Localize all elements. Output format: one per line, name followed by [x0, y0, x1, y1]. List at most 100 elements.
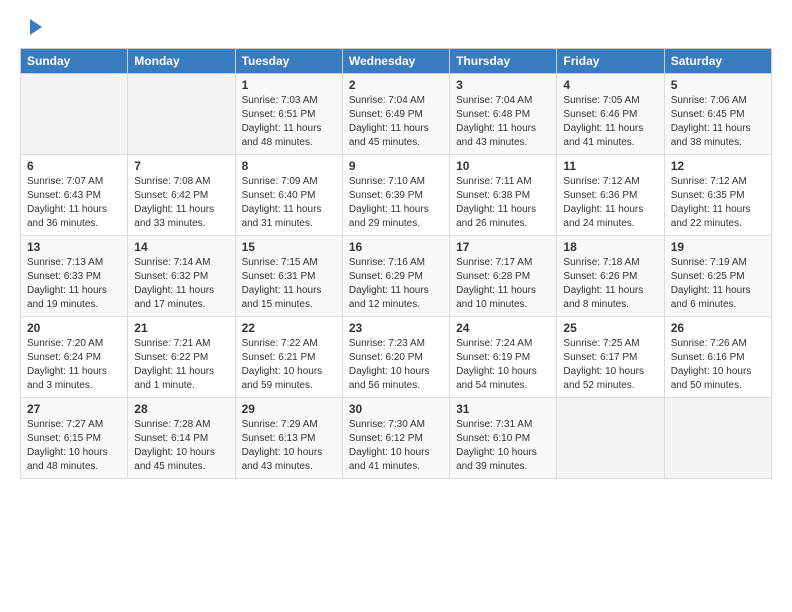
day-info: Sunrise: 7:31 AMSunset: 6:10 PMDaylight:… [456, 418, 550, 474]
day-info: Sunrise: 7:03 AMSunset: 6:51 PMDaylight:… [242, 94, 336, 150]
day-info: Sunrise: 7:24 AMSunset: 6:19 PMDaylight:… [456, 337, 550, 393]
day-number: 24 [456, 321, 550, 335]
day-number: 31 [456, 402, 550, 416]
day-header-saturday: Saturday [664, 49, 771, 74]
calendar-cell: 9 Sunrise: 7:10 AMSunset: 6:39 PMDaylight… [342, 155, 449, 236]
day-number: 17 [456, 240, 550, 254]
logo [20, 16, 44, 38]
day-number: 26 [671, 321, 765, 335]
calendar-cell: 29 Sunrise: 7:29 AMSunset: 6:13 PMDayligh… [235, 398, 342, 479]
day-number: 22 [242, 321, 336, 335]
day-info: Sunrise: 7:20 AMSunset: 6:24 PMDaylight:… [27, 337, 121, 393]
day-number: 13 [27, 240, 121, 254]
calendar-cell: 1Sunrise: 7:03 AMSunset: 6:51 PMDaylight… [235, 74, 342, 155]
day-info: Sunrise: 7:05 AMSunset: 6:46 PMDaylight:… [563, 94, 657, 150]
day-info: Sunrise: 7:15 AMSunset: 6:31 PMDaylight:… [242, 256, 336, 312]
day-info: Sunrise: 7:23 AMSunset: 6:20 PMDaylight:… [349, 337, 443, 393]
calendar-cell [21, 74, 128, 155]
day-info: Sunrise: 7:19 AMSunset: 6:25 PMDaylight:… [671, 256, 765, 312]
week-row-3: 13 Sunrise: 7:13 AMSunset: 6:33 PMDayligh… [21, 236, 772, 317]
day-info: Sunrise: 7:22 AMSunset: 6:21 PMDaylight:… [242, 337, 336, 393]
day-number: 27 [27, 402, 121, 416]
day-number: 12 [671, 159, 765, 173]
day-info: Sunrise: 7:21 AMSunset: 6:22 PMDaylight:… [134, 337, 228, 393]
day-number: 9 [349, 159, 443, 173]
day-info: Sunrise: 7:07 AMSunset: 6:43 PMDaylight:… [27, 175, 121, 231]
day-header-sunday: Sunday [21, 49, 128, 74]
week-row-1: 1Sunrise: 7:03 AMSunset: 6:51 PMDaylight… [21, 74, 772, 155]
day-number: 15 [242, 240, 336, 254]
day-header-friday: Friday [557, 49, 664, 74]
calendar-cell: 3Sunrise: 7:04 AMSunset: 6:48 PMDaylight… [450, 74, 557, 155]
day-number: 11 [563, 159, 657, 173]
calendar-cell [557, 398, 664, 479]
day-number: 16 [349, 240, 443, 254]
day-info: Sunrise: 7:04 AMSunset: 6:48 PMDaylight:… [456, 94, 550, 150]
calendar-cell: 22 Sunrise: 7:22 AMSunset: 6:21 PMDayligh… [235, 317, 342, 398]
calendar-cell [664, 398, 771, 479]
day-info: Sunrise: 7:06 AMSunset: 6:45 PMDaylight:… [671, 94, 765, 150]
day-info: Sunrise: 7:13 AMSunset: 6:33 PMDaylight:… [27, 256, 121, 312]
calendar-cell: 27 Sunrise: 7:27 AMSunset: 6:15 PMDayligh… [21, 398, 128, 479]
day-number: 19 [671, 240, 765, 254]
calendar-cell: 25 Sunrise: 7:25 AMSunset: 6:17 PMDayligh… [557, 317, 664, 398]
day-info: Sunrise: 7:14 AMSunset: 6:32 PMDaylight:… [134, 256, 228, 312]
header [20, 16, 772, 38]
calendar-cell: 7 Sunrise: 7:08 AMSunset: 6:42 PMDaylight… [128, 155, 235, 236]
day-number: 10 [456, 159, 550, 173]
day-number: 4 [563, 78, 657, 92]
day-info: Sunrise: 7:18 AMSunset: 6:26 PMDaylight:… [563, 256, 657, 312]
logo-icon [22, 16, 44, 38]
day-info: Sunrise: 7:27 AMSunset: 6:15 PMDaylight:… [27, 418, 121, 474]
day-number: 23 [349, 321, 443, 335]
day-info: Sunrise: 7:25 AMSunset: 6:17 PMDaylight:… [563, 337, 657, 393]
calendar-cell: 16 Sunrise: 7:16 AMSunset: 6:29 PMDayligh… [342, 236, 449, 317]
day-info: Sunrise: 7:17 AMSunset: 6:28 PMDaylight:… [456, 256, 550, 312]
day-header-monday: Monday [128, 49, 235, 74]
calendar-cell: 17 Sunrise: 7:17 AMSunset: 6:28 PMDayligh… [450, 236, 557, 317]
calendar-cell: 11 Sunrise: 7:12 AMSunset: 6:36 PMDayligh… [557, 155, 664, 236]
day-number: 7 [134, 159, 228, 173]
day-number: 18 [563, 240, 657, 254]
day-info: Sunrise: 7:26 AMSunset: 6:16 PMDaylight:… [671, 337, 765, 393]
day-header-wednesday: Wednesday [342, 49, 449, 74]
day-info: Sunrise: 7:16 AMSunset: 6:29 PMDaylight:… [349, 256, 443, 312]
calendar-table: SundayMondayTuesdayWednesdayThursdayFrid… [20, 48, 772, 479]
calendar-cell: 20Sunrise: 7:20 AMSunset: 6:24 PMDayligh… [21, 317, 128, 398]
calendar-cell: 31 Sunrise: 7:31 AMSunset: 6:10 PMDayligh… [450, 398, 557, 479]
header-row: SundayMondayTuesdayWednesdayThursdayFrid… [21, 49, 772, 74]
calendar-cell: 23 Sunrise: 7:23 AMSunset: 6:20 PMDayligh… [342, 317, 449, 398]
day-info: Sunrise: 7:09 AMSunset: 6:40 PMDaylight:… [242, 175, 336, 231]
calendar-cell: 4 Sunrise: 7:05 AMSunset: 6:46 PMDaylight… [557, 74, 664, 155]
day-info: Sunrise: 7:12 AMSunset: 6:36 PMDaylight:… [563, 175, 657, 231]
day-info: Sunrise: 7:10 AMSunset: 6:39 PMDaylight:… [349, 175, 443, 231]
calendar-cell: 6Sunrise: 7:07 AMSunset: 6:43 PMDaylight… [21, 155, 128, 236]
calendar-cell: 21 Sunrise: 7:21 AMSunset: 6:22 PMDayligh… [128, 317, 235, 398]
calendar-cell: 13 Sunrise: 7:13 AMSunset: 6:33 PMDayligh… [21, 236, 128, 317]
calendar-cell: 18 Sunrise: 7:18 AMSunset: 6:26 PMDayligh… [557, 236, 664, 317]
calendar-cell: 15 Sunrise: 7:15 AMSunset: 6:31 PMDayligh… [235, 236, 342, 317]
calendar-cell: 28Sunrise: 7:28 AMSunset: 6:14 PMDayligh… [128, 398, 235, 479]
calendar-cell [128, 74, 235, 155]
calendar-cell: 30 Sunrise: 7:30 AMSunset: 6:12 PMDayligh… [342, 398, 449, 479]
calendar-cell: 12 Sunrise: 7:12 AMSunset: 6:35 PMDayligh… [664, 155, 771, 236]
day-info: Sunrise: 7:11 AMSunset: 6:38 PMDaylight:… [456, 175, 550, 231]
day-number: 5 [671, 78, 765, 92]
day-info: Sunrise: 7:30 AMSunset: 6:12 PMDaylight:… [349, 418, 443, 474]
day-header-thursday: Thursday [450, 49, 557, 74]
week-row-4: 20Sunrise: 7:20 AMSunset: 6:24 PMDayligh… [21, 317, 772, 398]
calendar-page: SundayMondayTuesdayWednesdayThursdayFrid… [0, 0, 792, 612]
day-info: Sunrise: 7:04 AMSunset: 6:49 PMDaylight:… [349, 94, 443, 150]
day-info: Sunrise: 7:08 AMSunset: 6:42 PMDaylight:… [134, 175, 228, 231]
calendar-cell: 19 Sunrise: 7:19 AMSunset: 6:25 PMDayligh… [664, 236, 771, 317]
day-number: 21 [134, 321, 228, 335]
day-number: 2 [349, 78, 443, 92]
day-number: 29 [242, 402, 336, 416]
calendar-cell: 14Sunrise: 7:14 AMSunset: 6:32 PMDayligh… [128, 236, 235, 317]
day-info: Sunrise: 7:12 AMSunset: 6:35 PMDaylight:… [671, 175, 765, 231]
day-number: 30 [349, 402, 443, 416]
day-info: Sunrise: 7:29 AMSunset: 6:13 PMDaylight:… [242, 418, 336, 474]
week-row-2: 6Sunrise: 7:07 AMSunset: 6:43 PMDaylight… [21, 155, 772, 236]
day-info: Sunrise: 7:28 AMSunset: 6:14 PMDaylight:… [134, 418, 228, 474]
day-number: 25 [563, 321, 657, 335]
